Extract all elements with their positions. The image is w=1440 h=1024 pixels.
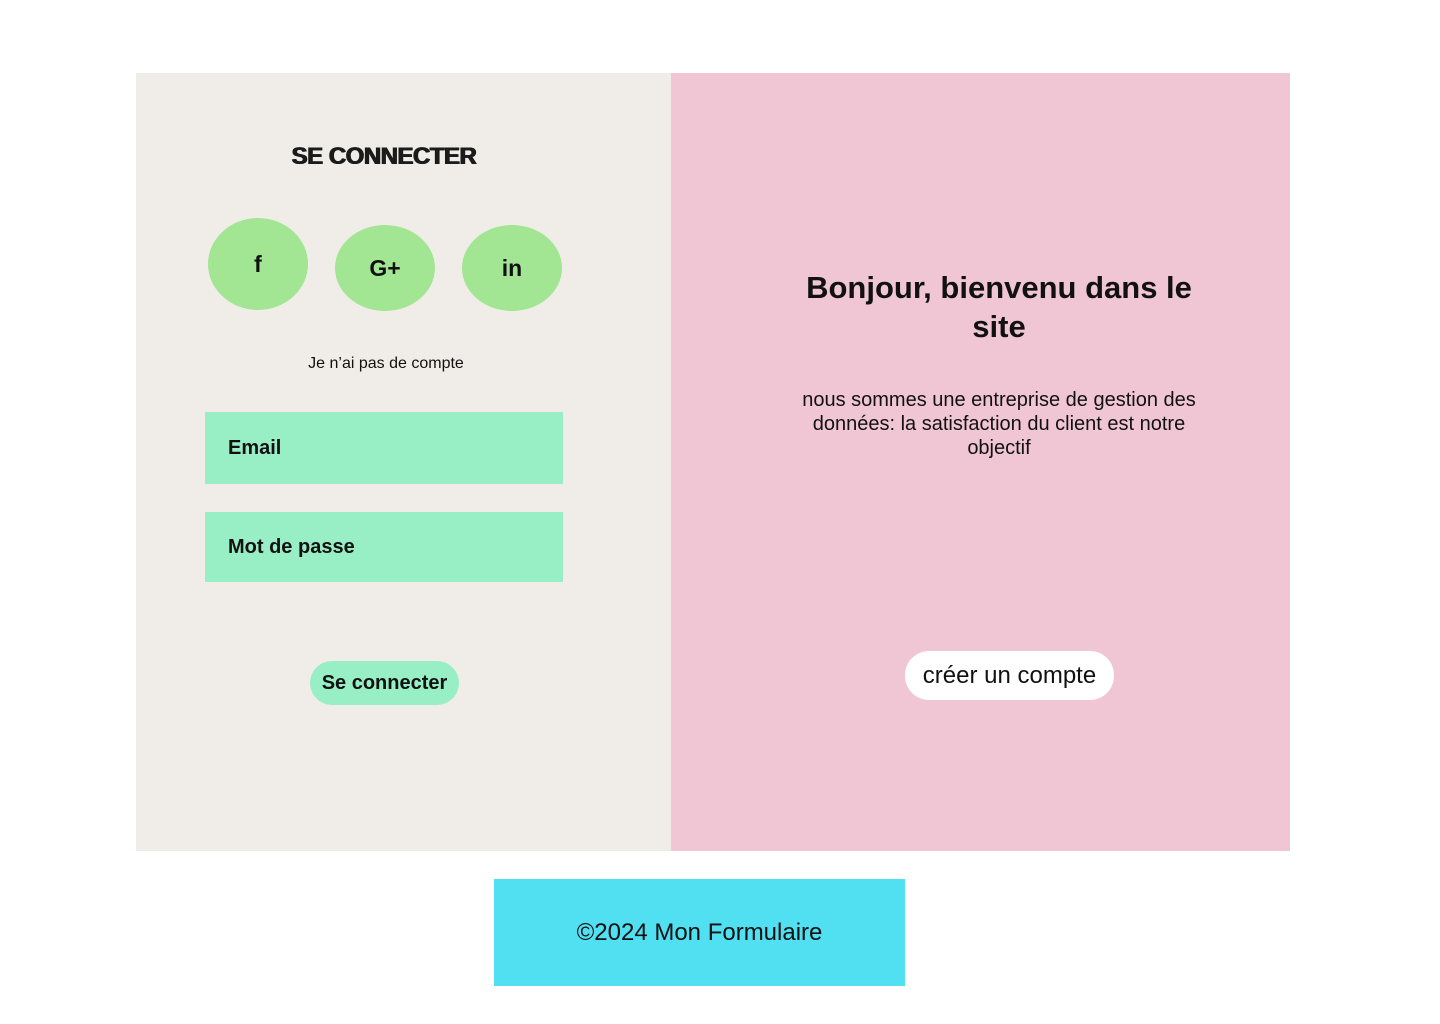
footer: ©2024 Mon Formulaire <box>494 879 905 986</box>
footer-copyright: ©2024 Mon Formulaire <box>576 918 823 946</box>
auth-card: SE CONNECTER f G+ in Je n’ai pas de comp… <box>136 73 1290 851</box>
linkedin-login-button[interactable]: in <box>462 225 562 311</box>
welcome-panel: Bonjour, bienvenu dans le site nous somm… <box>671 73 1290 851</box>
login-title: SE CONNECTER <box>291 143 477 170</box>
login-button[interactable]: Se connecter <box>310 661 459 705</box>
welcome-title: Bonjour, bienvenu dans le site <box>806 270 1192 344</box>
no-account-link[interactable]: Je n’ai pas de compte <box>136 355 636 373</box>
linkedin-icon: in <box>501 254 523 281</box>
email-field[interactable]: Email <box>205 412 563 484</box>
create-account-button[interactable]: créer un compte <box>905 651 1114 700</box>
email-field-label: Email <box>228 436 282 459</box>
facebook-login-button[interactable]: f <box>208 218 308 310</box>
google-plus-login-button[interactable]: G+ <box>335 225 435 311</box>
facebook-icon: f <box>254 250 262 277</box>
password-field-label: Mot de passe <box>228 535 355 558</box>
login-panel: SE CONNECTER f G+ in Je n’ai pas de comp… <box>136 73 671 851</box>
google-plus-icon: G+ <box>369 254 401 281</box>
password-field[interactable]: Mot de passe <box>205 512 563 582</box>
welcome-description: nous sommes une entreprise de gestion de… <box>802 389 1196 459</box>
